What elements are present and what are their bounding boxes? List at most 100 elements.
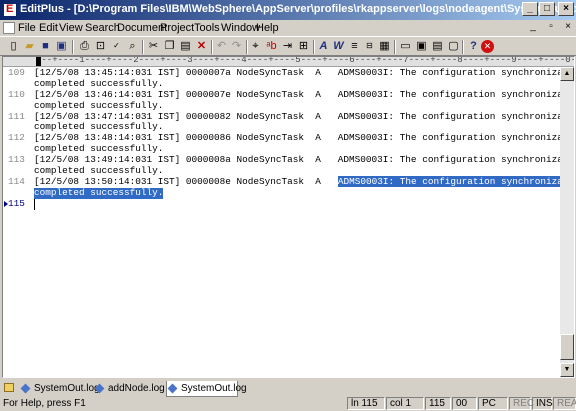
toolbar-separator — [313, 40, 315, 54]
delete-icon[interactable]: ✕ — [194, 39, 209, 54]
save-icon[interactable]: ■ — [38, 39, 53, 54]
vertical-scrollbar[interactable]: ▲ ▼ — [560, 67, 574, 377]
line-number: 112 — [8, 132, 25, 144]
replace-icon[interactable]: ᵃb — [264, 39, 279, 54]
scroll-down-button[interactable]: ▼ — [560, 363, 574, 377]
paste-icon[interactable]: ▤ — [178, 39, 193, 54]
selected-text: completed successfully. — [34, 186, 164, 199]
menu-edit[interactable]: Edit — [39, 22, 58, 34]
file-icon — [94, 383, 105, 394]
menu-help[interactable]: Help — [256, 22, 279, 34]
document-icon[interactable] — [3, 22, 15, 34]
ruler-scale: ---+----1----+----2----+----3----+----4-… — [36, 57, 575, 65]
stop-icon[interactable]: ✕ — [481, 40, 494, 53]
scroll-thumb[interactable] — [560, 334, 574, 360]
doc-minimize-button[interactable]: _ — [527, 21, 539, 33]
title-bar: EditPlus - [D:\Program Files\IBM\WebSphe… — [0, 0, 576, 20]
html-icon[interactable]: ▦ — [377, 39, 392, 54]
menu-tools[interactable]: Tools — [194, 22, 220, 34]
status-line: ln 115 — [347, 397, 385, 410]
save-all-icon[interactable]: ▣ — [54, 39, 69, 54]
tab-addnode-log[interactable]: addNode.log — [94, 381, 165, 396]
line-text-unselected: [12/5/08 13:50:14:031 IST] 0000008e Node… — [34, 175, 338, 187]
text-area[interactable]: 109 [12/5/08 13:45:14:031 IST] 0000007a … — [3, 67, 574, 210]
help-icon[interactable]: ? — [466, 39, 481, 54]
selected-text: ADMS0003I: The configuration synchroniza… — [337, 175, 574, 187]
app-icon[interactable] — [3, 3, 17, 17]
line-number: 111 — [8, 110, 25, 122]
line-number: 114 — [8, 175, 25, 187]
toolbar-separator — [211, 40, 213, 54]
status-help-text: For Help, press F1 — [3, 398, 86, 409]
word-wrap-icon[interactable]: W — [331, 39, 346, 54]
status-record: REC — [509, 397, 534, 410]
file-icon — [167, 383, 178, 394]
font-icon[interactable]: A — [316, 39, 331, 54]
window-title: EditPlus - [D:\Program Files\IBM\WebSphe… — [20, 3, 576, 15]
menu-project[interactable]: Project — [160, 22, 194, 34]
menu-search[interactable]: Search — [85, 22, 120, 34]
toolbar-separator — [72, 40, 74, 54]
doc-close-button[interactable]: × — [562, 21, 574, 33]
tab-systemout-log-active[interactable]: SystemOut.log — [166, 381, 247, 397]
ruler-icon[interactable]: ⊟ — [362, 39, 377, 54]
doc-restore-button[interactable]: ▫ — [545, 21, 557, 33]
code-line-wrap: completed successfully. — [3, 99, 559, 112]
text-cursor — [34, 198, 35, 210]
current-line: 115 — [3, 197, 559, 210]
file-icon — [20, 383, 31, 394]
print-preview-icon[interactable]: ⊡ — [93, 39, 108, 54]
status-bar: For Help, press F1 ln 115 col 1 115 00 P… — [0, 397, 576, 411]
scroll-up-button[interactable]: ▲ — [560, 67, 574, 81]
ruler-cursor-marker — [36, 57, 41, 66]
find-replace-icon[interactable]: ⌖ — [248, 39, 263, 54]
line-number: 109 — [8, 67, 25, 78]
minimize-button[interactable]: _ — [522, 2, 538, 16]
menu-window[interactable]: Window — [221, 22, 260, 34]
toolbar-separator — [462, 40, 464, 54]
view-icon[interactable]: ▣ — [414, 39, 429, 54]
toolbar-separator — [394, 40, 396, 54]
tab-label: addNode.log — [108, 383, 165, 394]
open-folder-icon[interactable]: ▰ — [22, 39, 37, 54]
close-button[interactable]: × — [558, 2, 574, 16]
dir-icon[interactable]: ▤ — [430, 39, 445, 54]
browser-icon[interactable]: ▭ — [398, 39, 413, 54]
line-number: 110 — [8, 88, 25, 100]
find-icon[interactable]: ⌕ — [125, 39, 140, 54]
status-total-lines: 115 — [425, 397, 451, 410]
maximize-button[interactable]: □ — [539, 2, 555, 16]
line-number: 115 — [8, 197, 25, 209]
status-file-format[interactable]: PC — [478, 397, 508, 410]
menu-view[interactable]: View — [59, 22, 83, 34]
line-numbers-icon[interactable]: ≡ — [347, 39, 362, 54]
tab-label: SystemOut.log — [34, 383, 100, 394]
menu-file[interactable]: File — [18, 22, 36, 34]
redo-icon[interactable]: ↷ — [229, 39, 244, 54]
status-read-only: READ — [553, 397, 576, 410]
undo-icon[interactable]: ↶ — [214, 39, 229, 54]
copy-icon[interactable]: ❐ — [162, 39, 177, 54]
go-to-icon[interactable]: ⇥ — [280, 39, 295, 54]
screen-icon[interactable]: ⊞ — [296, 39, 311, 54]
status-char-code: 00 — [452, 397, 477, 410]
document-tab-bar: SystemOut.log addNode.log SystemOut.log — [0, 380, 576, 397]
status-insert-mode: INS — [532, 397, 553, 410]
print-icon[interactable]: ⎙ — [77, 39, 92, 54]
ruler: ---+----1----+----2----+----3----+----4-… — [3, 57, 575, 67]
spell-check-icon[interactable]: ✓ — [109, 39, 124, 54]
toolbar-separator — [142, 40, 144, 54]
code-line-wrap: completed successfully. — [3, 186, 559, 199]
editor-pane[interactable]: ---+----1----+----2----+----3----+----4-… — [2, 56, 575, 378]
line-text: completed successfully. — [34, 99, 164, 111]
new-file-icon[interactable]: ▯ — [6, 39, 21, 54]
tab-systemout-log[interactable]: SystemOut.log — [20, 381, 100, 396]
menu-bar: File Edit View Search Document Project T… — [0, 20, 576, 36]
line-number: 113 — [8, 154, 25, 166]
tool-icon[interactable]: ▢ — [446, 39, 461, 54]
toolbar: ▯ ▰ ■ ▣ ⎙ ⊡ ✓ ⌕ ✂ ❐ ▤ ✕ ↶ ↷ ⌖ ᵃb ⇥ ⊞ A W… — [0, 36, 576, 56]
directory-window-icon[interactable] — [4, 383, 14, 392]
tab-label: SystemOut.log — [181, 383, 247, 394]
cut-icon[interactable]: ✂ — [146, 39, 161, 54]
status-column: col 1 — [386, 397, 424, 410]
